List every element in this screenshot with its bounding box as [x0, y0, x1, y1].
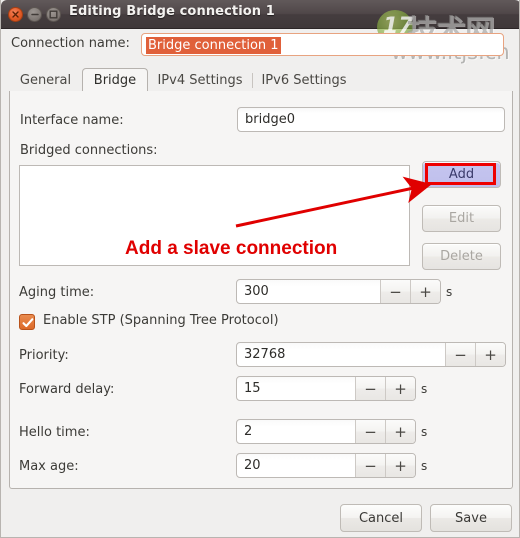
tab-ipv4-settings[interactable]: IPv4 Settings [148, 68, 252, 92]
hello-time-increment[interactable]: + [385, 420, 415, 443]
forward-delay-value: 15 [244, 381, 261, 396]
minimize-glyph [30, 13, 39, 16]
aging-time-value: 300 [244, 284, 269, 299]
forward-delay-decrement[interactable]: − [355, 377, 385, 400]
close-icon[interactable] [8, 7, 23, 22]
connection-name-row: Connection name: Bridge connection 1 [1, 30, 519, 60]
window-title: Editing Bridge connection 1 [69, 4, 275, 19]
forward-delay-increment[interactable]: + [385, 377, 415, 400]
tab-bridge[interactable]: Bridge [82, 68, 148, 92]
checkmark-icon [22, 318, 34, 328]
aging-time-decrement[interactable]: − [380, 280, 410, 303]
max-age-decrement[interactable]: − [355, 454, 385, 477]
connection-name-value: Bridge connection 1 [146, 37, 281, 54]
max-age-label: Max age: [19, 459, 79, 474]
connection-name-input[interactable]: Bridge connection 1 [141, 33, 504, 56]
aging-time-increment[interactable]: + [410, 280, 440, 303]
settings-tabs: General Bridge IPv4 Settings IPv6 Settin… [9, 68, 513, 92]
priority-value: 32768 [244, 347, 286, 362]
connection-name-label: Connection name: [11, 36, 130, 51]
annotation-text: Add a slave connection [125, 238, 338, 259]
max-age-increment[interactable]: + [385, 454, 415, 477]
cancel-button[interactable]: Cancel [340, 504, 422, 532]
tab-general[interactable]: General [9, 68, 82, 92]
aging-time-spinner[interactable]: 300 − + [236, 279, 441, 304]
hello-time-label: Hello time: [19, 425, 90, 440]
maximize-icon[interactable] [46, 7, 61, 22]
enable-stp-checkbox[interactable] [19, 314, 35, 330]
interface-name-label: Interface name: [20, 113, 124, 128]
enable-stp-label: Enable STP (Spanning Tree Protocol) [43, 313, 279, 328]
interface-name-value: bridge0 [245, 112, 295, 127]
forward-delay-unit: s [421, 382, 428, 396]
priority-decrement[interactable]: − [445, 343, 475, 366]
hello-time-value: 2 [244, 424, 253, 439]
editing-bridge-connection-dialog: Editing Bridge connection 1 17 技术网 www.i… [0, 0, 520, 538]
priority-increment[interactable]: + [475, 343, 505, 366]
forward-delay-spinner[interactable]: 15 − + [236, 376, 416, 401]
max-age-unit: s [421, 459, 428, 473]
save-button[interactable]: Save [430, 504, 512, 532]
delete-button[interactable]: Delete [422, 243, 501, 270]
max-age-value: 20 [244, 458, 261, 473]
tab-ipv6-settings[interactable]: IPv6 Settings [252, 68, 356, 92]
maximize-glyph [49, 10, 58, 19]
forward-delay-label: Forward delay: [19, 382, 115, 397]
priority-label: Priority: [19, 348, 69, 363]
aging-time-label: Aging time: [19, 285, 95, 300]
minimize-icon[interactable] [27, 7, 42, 22]
priority-spinner[interactable]: 32768 − + [236, 342, 506, 367]
hello-time-spinner[interactable]: 2 − + [236, 419, 416, 444]
edit-button[interactable]: Edit [422, 205, 501, 232]
hello-time-unit: s [421, 425, 428, 439]
max-age-spinner[interactable]: 20 − + [236, 453, 416, 478]
window-titlebar: Editing Bridge connection 1 [1, 0, 519, 29]
tab-separator [252, 73, 253, 88]
hello-time-decrement[interactable]: − [355, 420, 385, 443]
add-button-highlight [425, 163, 496, 185]
bridged-connections-label: Bridged connections: [20, 143, 158, 158]
aging-time-unit: s [446, 285, 453, 299]
interface-name-input[interactable]: bridge0 [237, 107, 505, 132]
close-glyph [12, 11, 19, 18]
